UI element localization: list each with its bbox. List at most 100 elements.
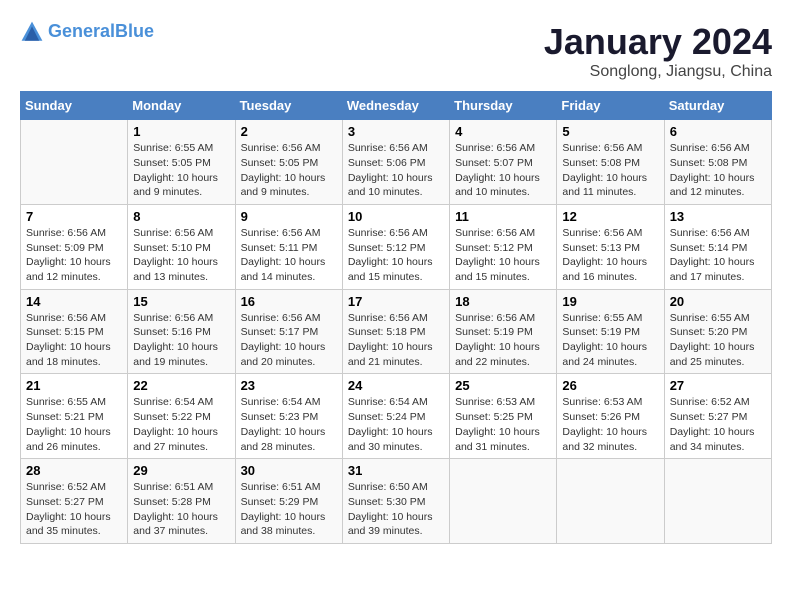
day-info: Sunrise: 6:56 AM Sunset: 5:14 PM Dayligh… <box>670 226 766 285</box>
day-info: Sunrise: 6:56 AM Sunset: 5:15 PM Dayligh… <box>26 311 122 370</box>
day-info: Sunrise: 6:53 AM Sunset: 5:26 PM Dayligh… <box>562 395 658 454</box>
calendar-cell: 27 Sunrise: 6:52 AM Sunset: 5:27 PM Dayli… <box>664 374 771 459</box>
weekday-header-saturday: Saturday <box>664 92 771 120</box>
calendar-cell: 10 Sunrise: 6:56 AM Sunset: 5:12 PM Dayli… <box>342 204 449 289</box>
day-number: 25 <box>455 378 551 393</box>
day-number: 23 <box>241 378 337 393</box>
calendar-cell: 4 Sunrise: 6:56 AM Sunset: 5:07 PM Daylig… <box>450 120 557 205</box>
day-number: 4 <box>455 124 551 139</box>
day-number: 31 <box>348 463 444 478</box>
day-info: Sunrise: 6:52 AM Sunset: 5:27 PM Dayligh… <box>26 480 122 539</box>
logo: GeneralBlue <box>20 20 154 44</box>
calendar-week-row: 28 Sunrise: 6:52 AM Sunset: 5:27 PM Dayli… <box>21 459 772 544</box>
day-number: 21 <box>26 378 122 393</box>
weekday-header-friday: Friday <box>557 92 664 120</box>
calendar-cell: 31 Sunrise: 6:50 AM Sunset: 5:30 PM Dayli… <box>342 459 449 544</box>
day-number: 3 <box>348 124 444 139</box>
day-number: 1 <box>133 124 229 139</box>
calendar-cell: 19 Sunrise: 6:55 AM Sunset: 5:19 PM Dayli… <box>557 289 664 374</box>
calendar-cell: 23Sunrise: 6:54 AM Sunset: 5:23 PM Dayli… <box>235 374 342 459</box>
calendar-cell: 15Sunrise: 6:56 AM Sunset: 5:16 PM Dayli… <box>128 289 235 374</box>
calendar-cell <box>664 459 771 544</box>
calendar-body: 1 Sunrise: 6:55 AM Sunset: 5:05 PM Daylig… <box>21 120 772 544</box>
day-info: Sunrise: 6:56 AM Sunset: 5:12 PM Dayligh… <box>348 226 444 285</box>
day-info: Sunrise: 6:56 AM Sunset: 5:09 PM Dayligh… <box>26 226 122 285</box>
calendar-cell: 30 Sunrise: 6:51 AM Sunset: 5:29 PM Dayli… <box>235 459 342 544</box>
day-info: Sunrise: 6:55 AM Sunset: 5:21 PM Dayligh… <box>26 395 122 454</box>
day-number: 17 <box>348 294 444 309</box>
calendar-cell <box>21 120 128 205</box>
calendar-header: SundayMondayTuesdayWednesdayThursdayFrid… <box>21 92 772 120</box>
calendar-cell: 18 Sunrise: 6:56 AM Sunset: 5:19 PM Dayli… <box>450 289 557 374</box>
day-info: Sunrise: 6:55 AM Sunset: 5:19 PM Dayligh… <box>562 311 658 370</box>
calendar-week-row: 21 Sunrise: 6:55 AM Sunset: 5:21 PM Dayli… <box>21 374 772 459</box>
day-number: 20 <box>670 294 766 309</box>
calendar-cell: 11 Sunrise: 6:56 AM Sunset: 5:12 PM Dayli… <box>450 204 557 289</box>
day-info: Sunrise: 6:56 AM Sunset: 5:17 PM Dayligh… <box>241 311 337 370</box>
calendar-cell: 25 Sunrise: 6:53 AM Sunset: 5:25 PM Dayli… <box>450 374 557 459</box>
day-number: 29 <box>133 463 229 478</box>
day-number: 2 <box>241 124 337 139</box>
day-number: 26 <box>562 378 658 393</box>
header-row: SundayMondayTuesdayWednesdayThursdayFrid… <box>21 92 772 120</box>
day-number: 16 <box>241 294 337 309</box>
day-number: 8 <box>133 209 229 224</box>
day-info: Sunrise: 6:51 AM Sunset: 5:29 PM Dayligh… <box>241 480 337 539</box>
day-number: 22 <box>133 378 229 393</box>
weekday-header-tuesday: Tuesday <box>235 92 342 120</box>
calendar-cell: 7Sunrise: 6:56 AM Sunset: 5:09 PM Daylig… <box>21 204 128 289</box>
day-info: Sunrise: 6:56 AM Sunset: 5:12 PM Dayligh… <box>455 226 551 285</box>
day-info: Sunrise: 6:55 AM Sunset: 5:05 PM Dayligh… <box>133 141 229 200</box>
day-info: Sunrise: 6:56 AM Sunset: 5:19 PM Dayligh… <box>455 311 551 370</box>
calendar-cell: 13Sunrise: 6:56 AM Sunset: 5:14 PM Dayli… <box>664 204 771 289</box>
calendar-cell: 26 Sunrise: 6:53 AM Sunset: 5:26 PM Dayli… <box>557 374 664 459</box>
logo-text: GeneralBlue <box>48 22 154 42</box>
day-number: 30 <box>241 463 337 478</box>
day-number: 18 <box>455 294 551 309</box>
day-number: 19 <box>562 294 658 309</box>
weekday-header-sunday: Sunday <box>21 92 128 120</box>
calendar-title: January 2024 <box>544 20 772 63</box>
logo-icon <box>20 20 44 44</box>
day-info: Sunrise: 6:56 AM Sunset: 5:06 PM Dayligh… <box>348 141 444 200</box>
title-block: January 2024 Songlong, Jiangsu, China <box>544 20 772 81</box>
calendar-cell: 28 Sunrise: 6:52 AM Sunset: 5:27 PM Dayli… <box>21 459 128 544</box>
page-header: GeneralBlue January 2024 Songlong, Jiang… <box>20 20 772 81</box>
day-number: 27 <box>670 378 766 393</box>
calendar-week-row: 7Sunrise: 6:56 AM Sunset: 5:09 PM Daylig… <box>21 204 772 289</box>
day-info: Sunrise: 6:51 AM Sunset: 5:28 PM Dayligh… <box>133 480 229 539</box>
logo-line1: General <box>48 21 115 41</box>
calendar-table: SundayMondayTuesdayWednesdayThursdayFrid… <box>20 91 772 544</box>
day-number: 11 <box>455 209 551 224</box>
calendar-cell: 5 Sunrise: 6:56 AM Sunset: 5:08 PM Daylig… <box>557 120 664 205</box>
day-number: 10 <box>348 209 444 224</box>
day-info: Sunrise: 6:53 AM Sunset: 5:25 PM Dayligh… <box>455 395 551 454</box>
calendar-cell: 1 Sunrise: 6:55 AM Sunset: 5:05 PM Daylig… <box>128 120 235 205</box>
calendar-cell: 2Sunrise: 6:56 AM Sunset: 5:05 PM Daylig… <box>235 120 342 205</box>
calendar-cell: 20 Sunrise: 6:55 AM Sunset: 5:20 PM Dayli… <box>664 289 771 374</box>
weekday-header-thursday: Thursday <box>450 92 557 120</box>
day-info: Sunrise: 6:56 AM Sunset: 5:18 PM Dayligh… <box>348 311 444 370</box>
calendar-cell: 17 Sunrise: 6:56 AM Sunset: 5:18 PM Dayli… <box>342 289 449 374</box>
calendar-cell: 21 Sunrise: 6:55 AM Sunset: 5:21 PM Dayli… <box>21 374 128 459</box>
calendar-week-row: 1 Sunrise: 6:55 AM Sunset: 5:05 PM Daylig… <box>21 120 772 205</box>
calendar-cell: 16 Sunrise: 6:56 AM Sunset: 5:17 PM Dayli… <box>235 289 342 374</box>
day-info: Sunrise: 6:55 AM Sunset: 5:20 PM Dayligh… <box>670 311 766 370</box>
day-info: Sunrise: 6:50 AM Sunset: 5:30 PM Dayligh… <box>348 480 444 539</box>
day-number: 28 <box>26 463 122 478</box>
calendar-week-row: 14Sunrise: 6:56 AM Sunset: 5:15 PM Dayli… <box>21 289 772 374</box>
day-number: 12 <box>562 209 658 224</box>
day-number: 5 <box>562 124 658 139</box>
logo-line2: Blue <box>115 21 154 41</box>
calendar-cell: 12Sunrise: 6:56 AM Sunset: 5:13 PM Dayli… <box>557 204 664 289</box>
day-info: Sunrise: 6:54 AM Sunset: 5:24 PM Dayligh… <box>348 395 444 454</box>
day-info: Sunrise: 6:56 AM Sunset: 5:08 PM Dayligh… <box>562 141 658 200</box>
day-info: Sunrise: 6:56 AM Sunset: 5:08 PM Dayligh… <box>670 141 766 200</box>
calendar-cell: 8Sunrise: 6:56 AM Sunset: 5:10 PM Daylig… <box>128 204 235 289</box>
calendar-subtitle: Songlong, Jiangsu, China <box>544 63 772 81</box>
weekday-header-monday: Monday <box>128 92 235 120</box>
calendar-cell <box>450 459 557 544</box>
calendar-cell: 6Sunrise: 6:56 AM Sunset: 5:08 PM Daylig… <box>664 120 771 205</box>
day-info: Sunrise: 6:52 AM Sunset: 5:27 PM Dayligh… <box>670 395 766 454</box>
day-info: Sunrise: 6:56 AM Sunset: 5:07 PM Dayligh… <box>455 141 551 200</box>
